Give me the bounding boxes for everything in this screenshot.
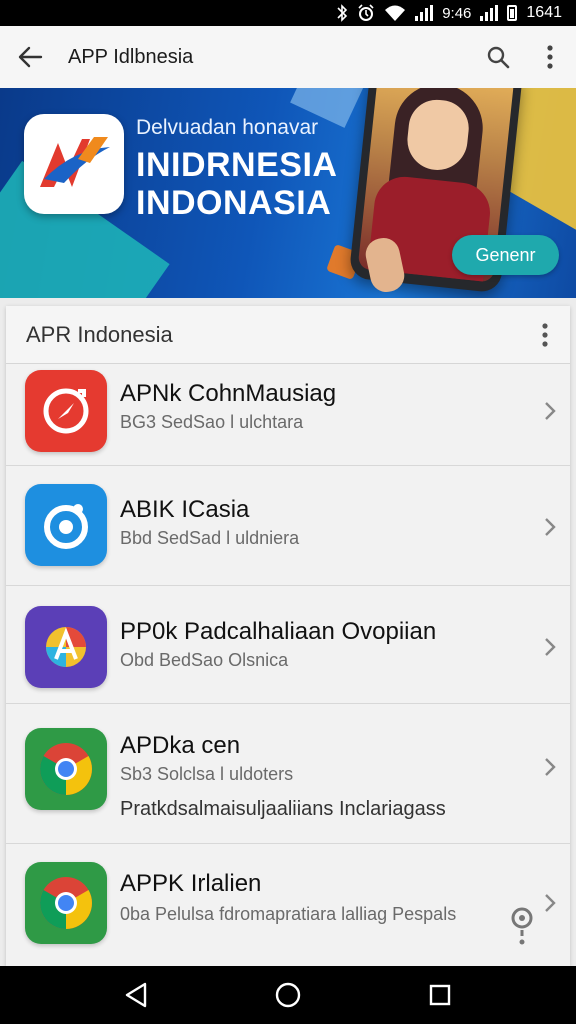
search-icon	[487, 46, 510, 69]
banner-subtitle: Delvuadan honavar	[136, 116, 319, 139]
list-item[interactable]: APDka cen Sb3 Solclsa l uldoters Pratkds…	[6, 704, 570, 844]
alarm-icon	[357, 4, 375, 22]
list-item[interactable]: APNk CohnMausiag BG3 SedSao l ulchtara	[6, 364, 570, 466]
page-title: APP Idlbnesia	[68, 45, 194, 68]
bluetooth-icon	[336, 4, 348, 22]
brand-logo-icon	[40, 137, 110, 187]
battery-icon	[507, 5, 518, 21]
more-vert-icon	[547, 45, 553, 69]
app-extra-text: Pratkdsalmaisuljaaliians Inclariagass	[120, 798, 446, 820]
signal-icon	[415, 5, 434, 21]
chevron-right-icon	[538, 632, 562, 662]
banner-headline: INIDRNESIA	[136, 146, 338, 184]
chevron-right-icon	[538, 512, 562, 542]
card-more-button[interactable]	[520, 306, 570, 364]
app-name: APDka cen	[120, 732, 241, 759]
app-description: Obd BedSao Olsnica	[120, 650, 289, 670]
app-logo	[24, 114, 124, 214]
more-options-button[interactable]	[524, 26, 576, 88]
app-name: APPK Irlalien	[120, 870, 262, 897]
chrome-icon	[25, 728, 107, 810]
back-triangle-icon	[125, 982, 147, 1008]
app-description: 0ba Pelulsa fdromapratiara lalliag Pespa…	[120, 904, 457, 924]
nav-recents-button[interactable]	[410, 966, 470, 1024]
wifi-icon	[384, 4, 406, 22]
app-description: Bbd SedSad l uldniera	[120, 528, 300, 548]
status-bar: 9:46 1641	[0, 0, 576, 26]
ring-camera-icon	[25, 484, 107, 566]
list-item[interactable]: ABIK ICasia Bbd SedSad l uldniera	[6, 466, 570, 586]
navigation-bar	[0, 966, 576, 1024]
nav-home-button[interactable]	[258, 966, 318, 1024]
card-header: APR Indonesia	[6, 306, 570, 364]
location-pin-icon[interactable]	[508, 906, 536, 946]
chrome-icon	[25, 862, 107, 944]
app-name: APNk CohnMausiag	[120, 380, 337, 407]
app-name: ABIK ICasia	[120, 496, 250, 523]
recents-square-icon	[429, 984, 451, 1006]
chevron-right-icon	[538, 752, 562, 782]
android-screen: 9:46 1641 APP Idlbnesia Delvuadan honava…	[0, 0, 576, 1024]
signal-icon-2	[480, 5, 499, 21]
nav-back-button[interactable]	[106, 966, 166, 1024]
banner-headline-2: INDONASIA	[136, 184, 332, 222]
clock-small: 9:46	[442, 4, 472, 22]
letter-a-icon	[25, 606, 107, 688]
promo-banner[interactable]: Delvuadan honavar INIDRNESIA INDONASIA G…	[0, 88, 576, 298]
list-item[interactable]: APPK Irlalien 0ba Pelulsa fdromapratiara…	[6, 844, 570, 964]
app-name: PP0k Padcalhaliaan Ovopiian	[120, 618, 437, 645]
banner-cta-button[interactable]: Genenr	[452, 235, 559, 275]
card-title: APR Indonesia	[26, 321, 173, 347]
back-button[interactable]	[0, 26, 60, 88]
more-vert-icon	[542, 322, 548, 347]
list-item[interactable]: PP0k Padcalhaliaan Ovopiian Obd BedSao O…	[6, 586, 570, 704]
app-bar: APP Idlbnesia	[0, 26, 576, 88]
compass-refresh-icon	[25, 370, 107, 452]
back-arrow-icon	[18, 46, 43, 68]
app-description: Sb3 Solclsa l uldoters	[120, 764, 294, 784]
status-time: 1641	[526, 4, 562, 21]
app-description: BG3 SedSao l ulchtara	[120, 412, 304, 432]
app-list-card: APR Indonesia APNk CohnMausiag BG3 SedSa…	[6, 306, 570, 966]
home-circle-icon	[275, 982, 301, 1008]
chevron-right-icon	[538, 888, 562, 918]
chevron-right-icon	[538, 396, 562, 426]
search-button[interactable]	[472, 26, 524, 88]
